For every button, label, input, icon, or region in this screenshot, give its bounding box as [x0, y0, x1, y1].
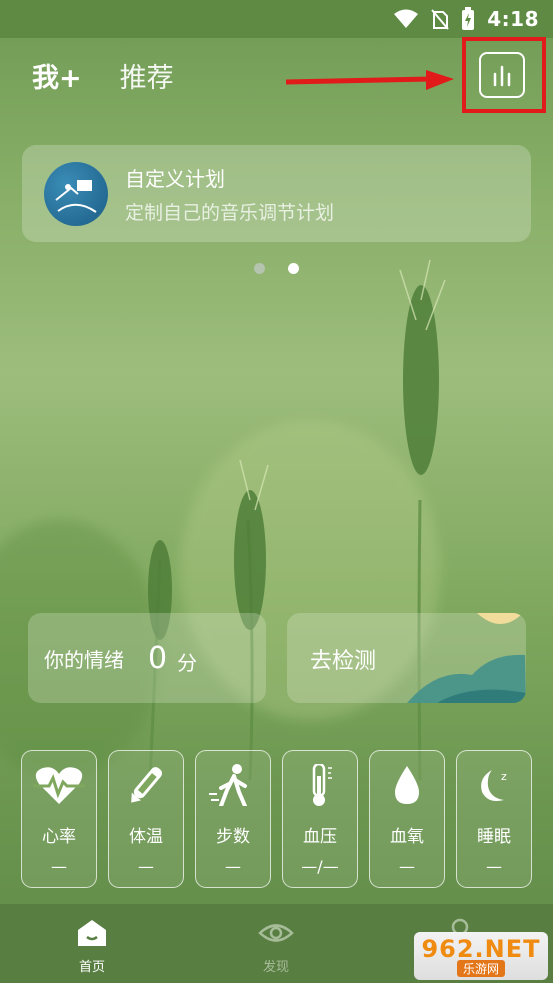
- eye-icon: [258, 924, 294, 942]
- clock: 4:18: [487, 7, 539, 31]
- metric-value: —: [486, 857, 502, 876]
- nav-home[interactable]: 首页: [0, 904, 184, 983]
- home-icon: [78, 920, 106, 946]
- stats-button[interactable]: [479, 52, 525, 98]
- red-arrow-annotation: [286, 70, 454, 90]
- tab-recommend[interactable]: 推荐: [120, 56, 174, 95]
- watermark-bottom: 乐游网: [456, 960, 505, 977]
- banner-title: 自定义计划: [125, 166, 225, 191]
- svg-text:z: z: [501, 770, 507, 783]
- custom-plan-banner[interactable]: 自定义计划 定制自己的音乐调节计划: [22, 145, 531, 242]
- metric-value: —/—: [301, 857, 339, 876]
- metric-name: 睡眠: [477, 827, 511, 847]
- carousel-dot-active[interactable]: [288, 263, 299, 274]
- nav-discover[interactable]: 发现: [184, 904, 368, 983]
- custom-plan-icon: [44, 161, 108, 226]
- carousel-dot[interactable]: [254, 263, 265, 274]
- bar-chart-icon: [493, 65, 511, 87]
- walking-icon: [209, 764, 247, 806]
- mood-score: 0: [148, 640, 168, 676]
- health-metrics: 心率 — 体温 — 步数 — 血压 —/— 血氧 — z 睡眠 —: [21, 750, 532, 888]
- metric-name: 心率: [42, 827, 76, 847]
- mood-unit: 分: [177, 650, 198, 675]
- metric-sleep[interactable]: z 睡眠 —: [456, 750, 532, 888]
- carousel-indicator: [254, 263, 299, 274]
- mood-label: 你的情绪: [44, 647, 124, 672]
- metric-temperature[interactable]: 体温 —: [108, 750, 184, 888]
- metric-name: 血压: [303, 827, 337, 847]
- nav-label: 发现: [262, 960, 289, 975]
- metric-value: —: [399, 857, 415, 876]
- thermometer-icon: [131, 767, 163, 803]
- metric-name: 血氧: [390, 827, 424, 847]
- metric-name: 步数: [216, 827, 250, 847]
- landscape-illustration: [407, 613, 526, 703]
- mood-card[interactable]: 你的情绪 0 分: [28, 613, 266, 703]
- metric-heart-rate[interactable]: 心率 —: [21, 750, 97, 888]
- metric-value: —: [138, 857, 154, 876]
- detect-card[interactable]: 去检测: [287, 613, 526, 703]
- blood-pressure-icon: [312, 764, 332, 806]
- wifi-icon: [394, 9, 419, 28]
- metric-value: —: [225, 857, 241, 876]
- watermark-logo: 962.NET 乐游网: [414, 932, 548, 980]
- metric-steps[interactable]: 步数 —: [195, 750, 271, 888]
- blood-drop-icon: [395, 766, 419, 804]
- metric-blood-oxygen[interactable]: 血氧 —: [369, 750, 445, 888]
- no-sim-icon: [431, 9, 450, 30]
- metric-value: —: [51, 857, 67, 876]
- moon-icon: z: [481, 770, 507, 801]
- status-bar: 4:18: [0, 0, 553, 38]
- metric-name: 体温: [129, 827, 163, 847]
- top-tabs: 我+ 推荐: [32, 56, 174, 95]
- watermark-top: 962.NET: [421, 935, 541, 963]
- heart-rate-icon: [33, 767, 85, 804]
- tab-my-plus[interactable]: 我+: [32, 56, 82, 95]
- battery-charging-icon: [462, 7, 475, 30]
- metric-blood-pressure[interactable]: 血压 —/—: [282, 750, 358, 888]
- banner-subtitle: 定制自己的音乐调节计划: [125, 201, 335, 224]
- nav-label: 首页: [78, 960, 105, 975]
